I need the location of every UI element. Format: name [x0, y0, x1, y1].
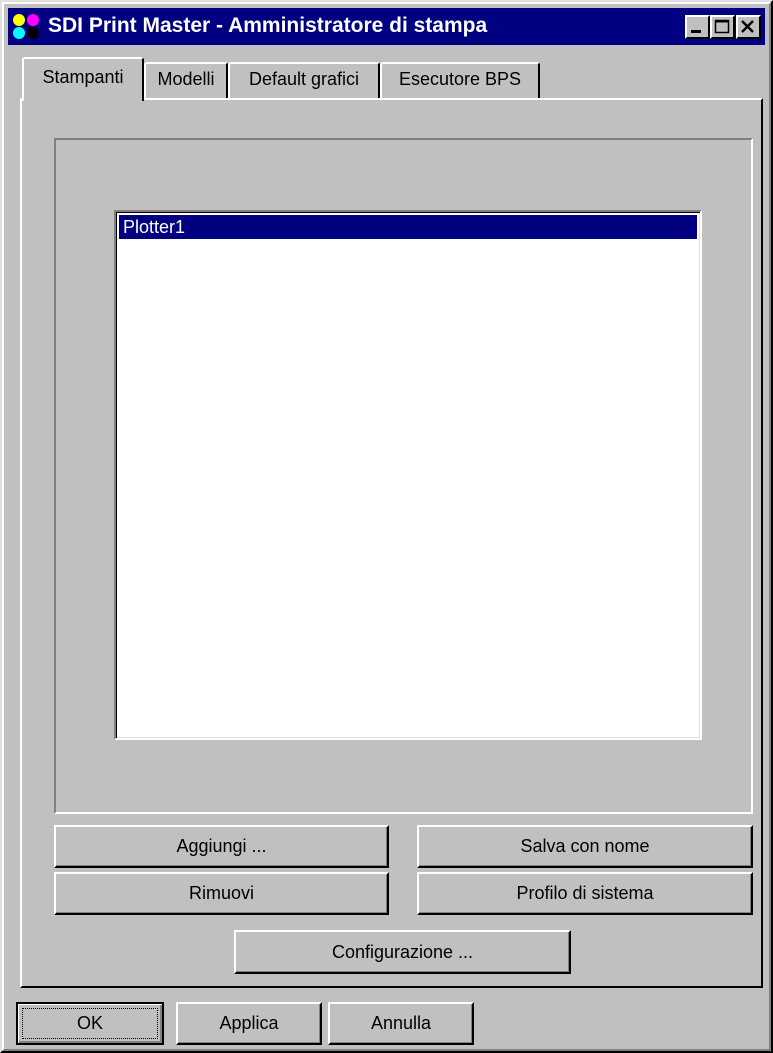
ok-button[interactable]: OK: [16, 1002, 164, 1045]
close-button[interactable]: [736, 15, 761, 39]
maximize-icon: [714, 19, 730, 34]
apply-button[interactable]: Applica: [176, 1002, 322, 1045]
cancel-label: Annulla: [370, 1013, 432, 1033]
tab-label: Default grafici: [248, 69, 360, 89]
tab-label: Stampanti: [42, 67, 124, 87]
close-icon: [741, 20, 754, 33]
apply-label: Applica: [219, 1013, 279, 1033]
remove-printer-label: Rimuovi: [188, 883, 254, 903]
tab-stampanti[interactable]: Stampanti: [22, 57, 144, 101]
cancel-button[interactable]: Annulla: [328, 1002, 474, 1045]
tab-modelli[interactable]: Modelli: [144, 62, 228, 98]
maximize-button[interactable]: [710, 15, 735, 39]
configure-label: Configurazione ...: [331, 941, 474, 962]
tab-default-grafici[interactable]: Default grafici: [228, 62, 380, 98]
tab-panel-stampanti: Plotter1 Aggiungi ... Salva con nome Rim…: [20, 98, 763, 988]
save-as-button[interactable]: Salva con nome: [417, 825, 753, 868]
system-profile-button[interactable]: Profilo di sistema: [417, 872, 753, 915]
add-printer-button[interactable]: Aggiungi ...: [54, 825, 389, 868]
configure-button[interactable]: Configurazione ...: [234, 930, 571, 974]
add-printer-label: Aggiungi ...: [176, 836, 267, 856]
system-profile-label: Profilo di sistema: [516, 883, 654, 903]
app-icon: [12, 13, 42, 41]
minimize-button[interactable]: [685, 15, 710, 39]
title-bar[interactable]: SDI Print Master - Amministratore di sta…: [8, 8, 765, 45]
tab-label: Esecutore BPS: [398, 69, 522, 89]
remove-printer-button[interactable]: Rimuovi: [54, 872, 389, 915]
save-as-label: Salva con nome: [520, 836, 650, 856]
minimize-icon: [691, 30, 701, 33]
print-manager-window: SDI Print Master - Amministratore di sta…: [0, 0, 773, 1053]
list-item[interactable]: Plotter1: [119, 215, 697, 239]
printer-name: Plotter1: [123, 217, 186, 237]
tab-label: Modelli: [157, 69, 215, 89]
window-title: SDI Print Master - Amministratore di sta…: [48, 14, 488, 37]
printer-list[interactable]: Plotter1: [114, 210, 702, 740]
tab-esecutore-bps[interactable]: Esecutore BPS: [380, 62, 540, 98]
printers-group: Plotter1: [54, 138, 753, 814]
focus-rectangle: [22, 1008, 158, 1039]
